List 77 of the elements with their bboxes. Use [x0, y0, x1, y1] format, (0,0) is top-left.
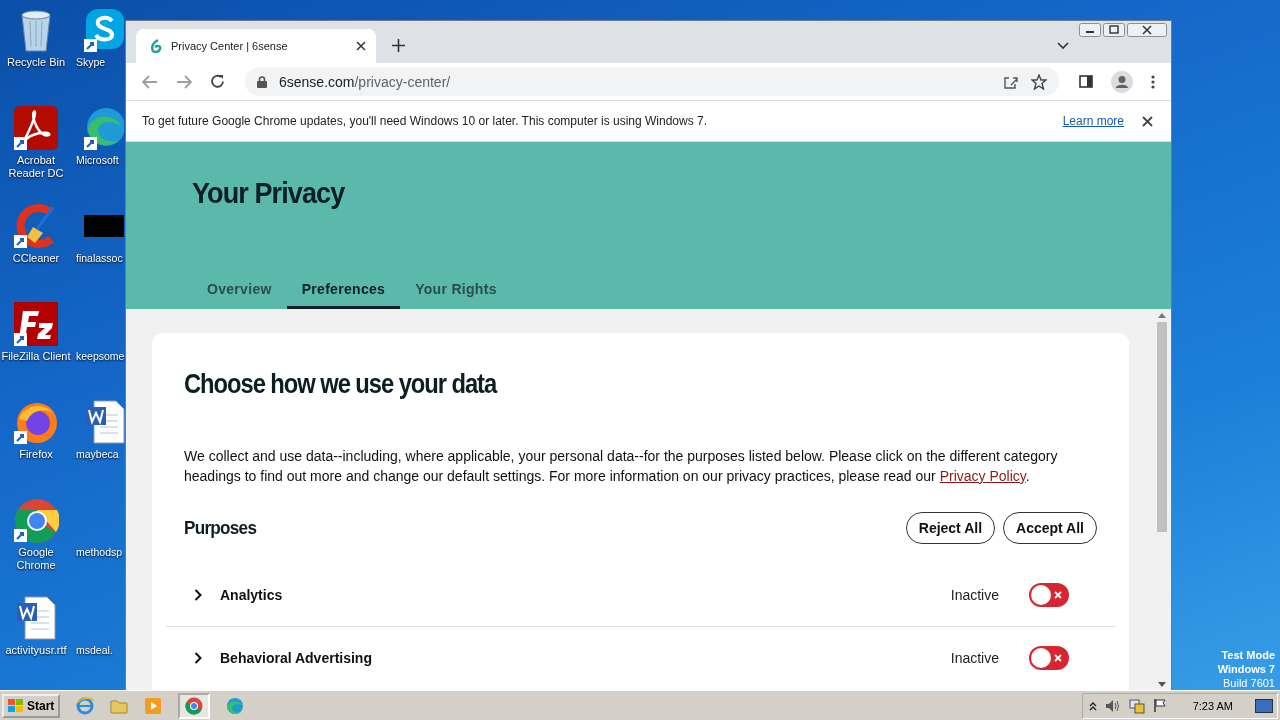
start-button[interactable]: Start	[2, 693, 61, 718]
star-icon[interactable]	[1031, 73, 1047, 90]
speaker-icon[interactable]	[1104, 698, 1121, 713]
consent-button[interactable]: Reject All	[905, 512, 996, 544]
chevron-right-icon[interactable]	[194, 652, 202, 664]
consent-button[interactable]: Accept All	[1003, 512, 1097, 544]
desktop-icon-label[interactable]: activityusr.rtf	[1, 644, 71, 657]
desktop-icon-label[interactable]: msdeal.	[76, 644, 113, 657]
tab[interactable]: Overview	[192, 273, 287, 309]
purpose-label[interactable]: Analytics	[220, 587, 283, 603]
filezilla-app-icon[interactable]	[13, 301, 59, 347]
menu-icon[interactable]	[1151, 74, 1155, 89]
thumbnail-icon[interactable]	[84, 215, 124, 237]
taskbar-button[interactable]	[178, 692, 211, 719]
word-document-icon[interactable]	[15, 595, 57, 641]
scroll-up-icon[interactable]	[1158, 313, 1166, 318]
close-icon[interactable]	[1142, 115, 1153, 127]
network-icon[interactable]	[1128, 697, 1145, 714]
toggle-switch[interactable]	[1029, 646, 1069, 670]
close-icon[interactable]	[1127, 23, 1167, 37]
chrome-app-icon[interactable]	[13, 497, 59, 543]
windows-logo-icon	[8, 698, 24, 713]
chevron-right-icon[interactable]	[194, 589, 202, 601]
desktop-icon-label[interactable]: Recycle Bin	[1, 56, 71, 69]
desktop-icon-label[interactable]: finalassoc	[76, 252, 123, 265]
forward-icon[interactable]	[176, 74, 192, 89]
cross-icon	[1054, 654, 1062, 662]
word-document-icon[interactable]	[84, 399, 126, 445]
minimize-icon[interactable]	[1079, 23, 1101, 37]
cross-icon	[1054, 591, 1062, 599]
test-mode-text: Test Mode	[1221, 648, 1275, 662]
tab[interactable]: Preferences	[286, 273, 401, 309]
pdf-app-icon[interactable]	[13, 105, 59, 151]
desktop-icon-label[interactable]: keepsome	[76, 350, 125, 363]
reload-icon[interactable]	[210, 74, 225, 89]
new-tab-icon[interactable]	[392, 39, 405, 52]
address-bar[interactable]: 6sense.com/privacy-center/	[245, 67, 1059, 96]
status-text: Inactive	[950, 650, 999, 666]
purposes-heading: Purposes	[184, 517, 257, 539]
toggle-switch[interactable]	[1029, 583, 1069, 607]
lock-icon	[257, 75, 267, 88]
flag-icon[interactable]	[1152, 698, 1167, 713]
desktop-icon-label[interactable]: Google Chrome	[1, 546, 71, 572]
profile-icon[interactable]	[1111, 70, 1133, 93]
back-icon[interactable]	[142, 74, 158, 89]
purpose-label[interactable]: Behavioral Advertising	[220, 650, 372, 666]
clock[interactable]: 7:23 AM	[1192, 699, 1233, 712]
section-heading: Choose how we use your data	[184, 369, 498, 400]
page-title: Your Privacy	[192, 176, 346, 210]
restore-icon[interactable]	[1103, 23, 1125, 37]
url-text: 6sense.com/privacy-center/	[279, 73, 451, 90]
desktop-icon-label[interactable]: methodsp	[76, 546, 123, 559]
desktop-icon-label[interactable]: CCleaner	[1, 252, 71, 265]
update-notice: To get future Google Chrome updates, you'll need Windows 10 or later. This computer is using Windows 7.	[142, 114, 708, 128]
learn-more-link[interactable]: Learn more	[1062, 114, 1124, 128]
site-logo-icon	[150, 39, 162, 53]
edge-app-icon[interactable]	[84, 105, 124, 151]
skype-app-icon[interactable]	[84, 7, 124, 53]
side-panel-icon[interactable]	[1079, 75, 1093, 88]
tab[interactable]: Your Rights	[400, 273, 512, 309]
share-icon[interactable]	[1004, 74, 1019, 89]
test-mode-text: Windows 7	[1217, 662, 1275, 676]
intro-paragraph: We collect and use data--including, where applicable, your personal data--for the purposes listed below. Please click on the different category headings to find out more and change our default settings. For more information on our privacy practices, please read our Privacy Policy.	[184, 447, 1059, 486]
desktop-icon-label[interactable]: Firefox	[1, 448, 71, 461]
test-mode-text: Build 7601	[1223, 676, 1275, 690]
desktop-icon-label[interactable]: Microsoft	[76, 154, 119, 167]
desktop-icon-label[interactable]: maybeca	[76, 448, 119, 461]
close-icon[interactable]	[356, 41, 366, 51]
desktop-icon-label[interactable]: FileZilla Client	[1, 350, 71, 363]
status-text: Inactive	[950, 587, 999, 603]
scroll-down-icon[interactable]	[1158, 682, 1166, 687]
show-desktop-button[interactable]	[1255, 698, 1273, 713]
desktop-icon-label[interactable]: Skype	[76, 56, 106, 69]
desktop-icon-label[interactable]: Acrobat Reader DC	[1, 154, 71, 180]
privacy-policy-link[interactable]: Privacy Policy	[939, 468, 1026, 484]
chevron-down-icon[interactable]	[1057, 42, 1069, 50]
chevron-up-icon[interactable]	[1088, 700, 1097, 711]
